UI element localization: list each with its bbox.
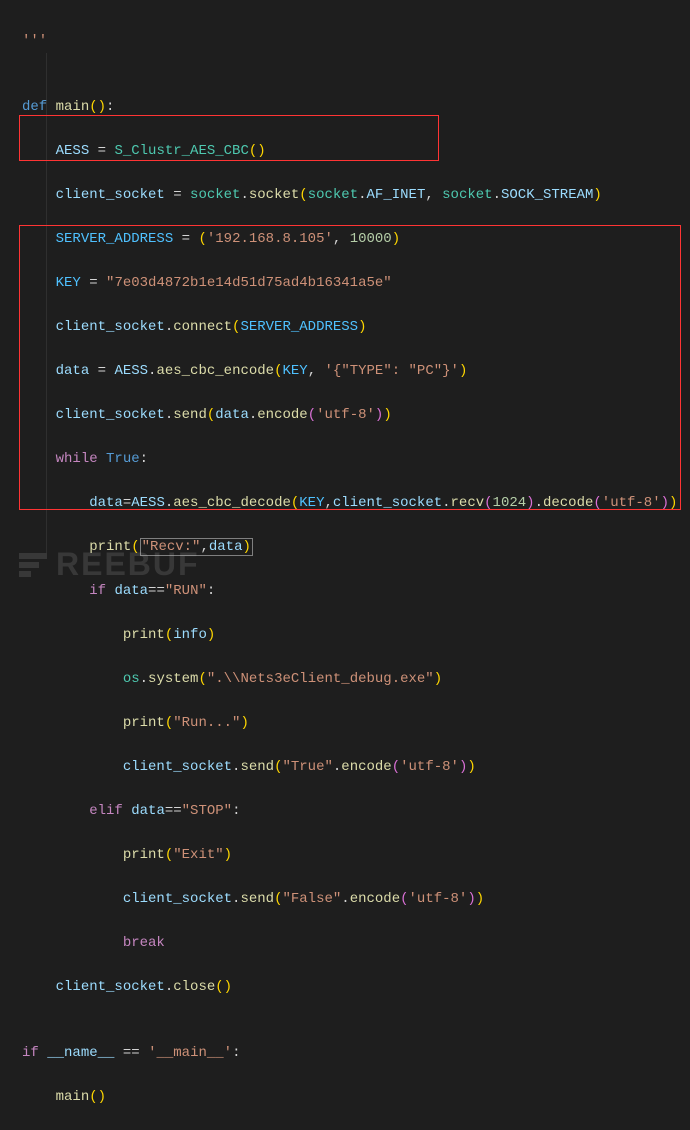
code-line: print("Recv:",data) [22, 536, 690, 558]
code-editor[interactable]: ''' def main(): AESS = S_Clustr_AES_CBC(… [0, 0, 690, 591]
code-line: client_socket.close() [22, 976, 690, 998]
code-line: print("Run...") [22, 712, 690, 734]
code-line: def main(): [22, 96, 690, 118]
code-line: SERVER_ADDRESS = ('192.168.8.105', 10000… [22, 228, 690, 250]
code-line: client_socket.send("True".encode('utf-8'… [22, 756, 690, 778]
code-line: if data=="RUN": [22, 580, 690, 602]
code-line: print("Exit") [22, 844, 690, 866]
code-line: AESS = S_Clustr_AES_CBC() [22, 140, 690, 162]
code-line: ''' [22, 30, 690, 52]
code-line: break [22, 932, 690, 954]
code-line: os.system(".\\Nets3eClient_debug.exe") [22, 668, 690, 690]
code-line: client_socket.send(data.encode('utf-8')) [22, 404, 690, 426]
code-line: data=AESS.aes_cbc_decode(KEY,client_sock… [22, 492, 690, 514]
code-line: client_socket = socket.socket(socket.AF_… [22, 184, 690, 206]
code-line: main() [22, 1086, 690, 1108]
code-line: while True: [22, 448, 690, 470]
code-line: KEY = "7e03d4872b1e14d51d75ad4b16341a5e" [22, 272, 690, 294]
code-line: data = AESS.aes_cbc_encode(KEY, '{"TYPE"… [22, 360, 690, 382]
code-line: print(info) [22, 624, 690, 646]
code-line: elif data=="STOP": [22, 800, 690, 822]
code-line: if __name__ == '__main__': [22, 1042, 690, 1064]
code-line: client_socket.send("False".encode('utf-8… [22, 888, 690, 910]
code-line: client_socket.connect(SERVER_ADDRESS) [22, 316, 690, 338]
